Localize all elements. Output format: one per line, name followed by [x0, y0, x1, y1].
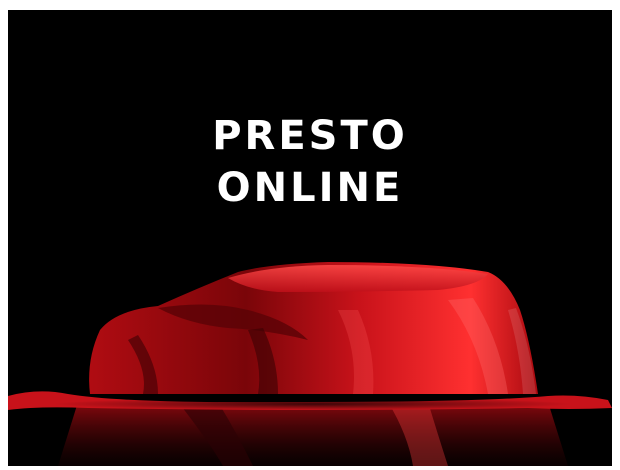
covered-car-icon: [8, 262, 612, 466]
promo-banner: PRESTO ONLINE: [8, 10, 612, 466]
headline-text: PRESTO ONLINE: [8, 110, 612, 214]
headline-line-2: ONLINE: [216, 165, 404, 211]
headline-line-1: PRESTO: [212, 113, 408, 159]
